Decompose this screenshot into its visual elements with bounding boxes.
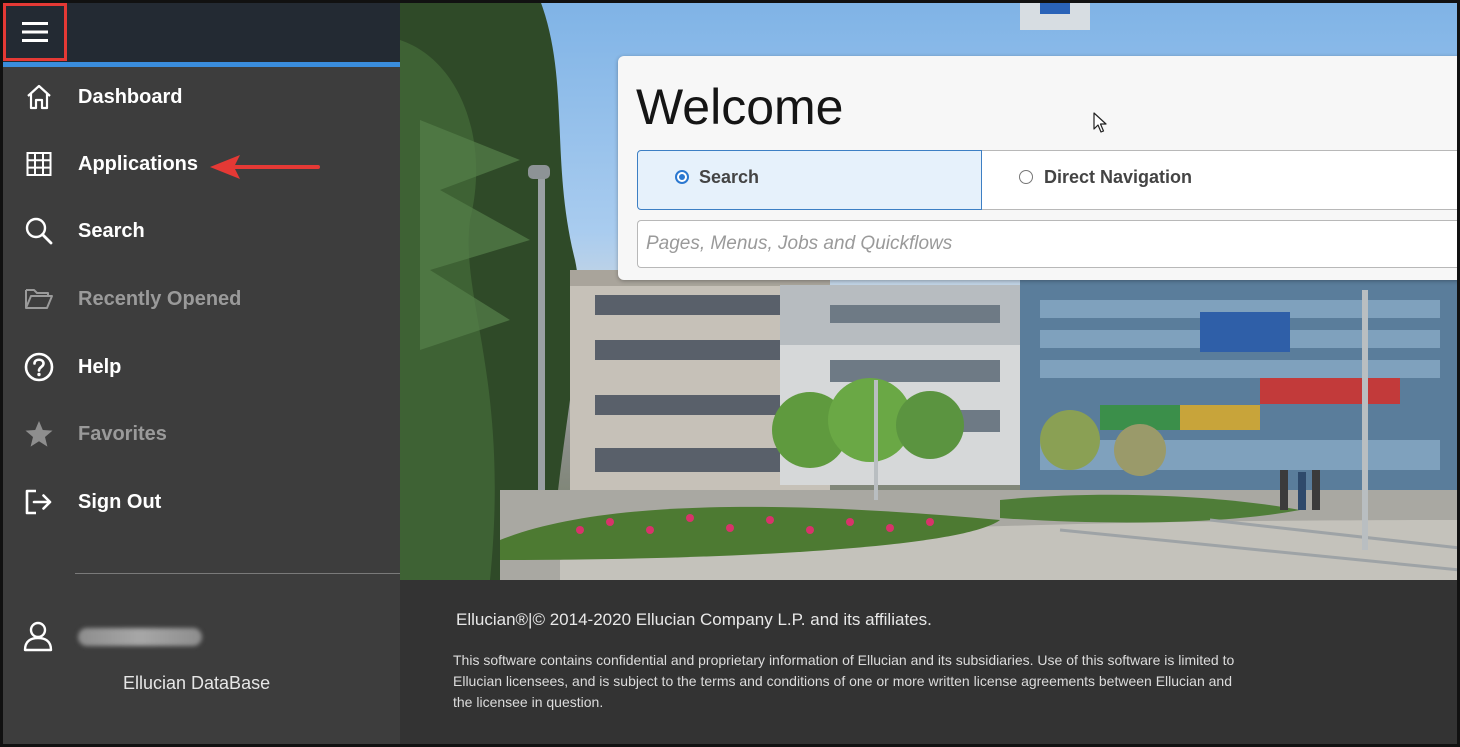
- direct-navigation-label: Direct Navigation: [1044, 167, 1193, 187]
- sidebar-item-label: Dashboard: [78, 85, 183, 108]
- legal-notice: This software contains confidential and …: [453, 652, 1235, 710]
- folder-open-icon: [22, 282, 56, 316]
- annotation-arrow-icon: [210, 155, 320, 179]
- copyright-text: Ellucian®|© 2014-2020 Ellucian Company L…: [456, 610, 932, 629]
- sidebar-item-recently-opened[interactable]: Recently Opened: [0, 271, 400, 327]
- direct-navigation-option[interactable]: Direct Navigation: [982, 150, 1460, 210]
- welcome-panel: Welcome Search Direct Navigation: [618, 56, 1460, 280]
- home-icon: [22, 80, 56, 114]
- search-icon: [22, 214, 56, 248]
- search-mode-option[interactable]: Search: [637, 150, 982, 210]
- sidebar-item-label: Recently Opened: [78, 287, 242, 310]
- search-mode-label: Search: [699, 167, 760, 187]
- grid-icon: [22, 147, 56, 181]
- database-name: Ellucian DataBase: [123, 673, 271, 693]
- help-circle-icon: [22, 350, 56, 384]
- hamburger-menu-icon: [22, 22, 48, 42]
- sidebar-header: [0, 0, 400, 67]
- star-icon: [22, 417, 56, 451]
- sidebar-item-label: Help: [78, 355, 122, 378]
- hamburger-menu-button[interactable]: [3, 3, 67, 61]
- sidebar-item-sign-out[interactable]: Sign Out: [0, 474, 400, 530]
- sidebar-item-label: Favorites: [78, 422, 167, 445]
- sidebar-item-favorites[interactable]: Favorites: [0, 406, 400, 462]
- search-input[interactable]: [637, 220, 1460, 268]
- search-mode-radio[interactable]: [675, 170, 689, 184]
- direct-navigation-radio[interactable]: [1019, 170, 1033, 184]
- user-icon: [22, 620, 54, 657]
- user-name-redacted: [78, 628, 202, 646]
- sidebar-item-help[interactable]: Help: [0, 339, 400, 395]
- sidebar-item-applications[interactable]: Applications: [0, 136, 400, 192]
- footer: Ellucian®|© 2014-2020 Ellucian Company L…: [400, 580, 1460, 747]
- sidebar-divider: [75, 573, 400, 574]
- sidebar-item-label: Search: [78, 219, 145, 242]
- sidebar-item-label: Sign Out: [78, 490, 162, 513]
- sidebar-item-label: Applications: [78, 152, 199, 175]
- sidebar-item-dashboard[interactable]: Dashboard: [0, 69, 400, 125]
- sign-out-icon: [22, 485, 56, 519]
- user-profile[interactable]: [22, 620, 382, 660]
- sidebar-item-search[interactable]: Search: [0, 203, 400, 259]
- sidebar: Dashboard Applications Search Recently O…: [0, 0, 400, 747]
- mouse-cursor-icon: [1093, 112, 1107, 133]
- sidebar-accent-bar: [0, 62, 400, 67]
- welcome-title: Welcome: [636, 79, 844, 135]
